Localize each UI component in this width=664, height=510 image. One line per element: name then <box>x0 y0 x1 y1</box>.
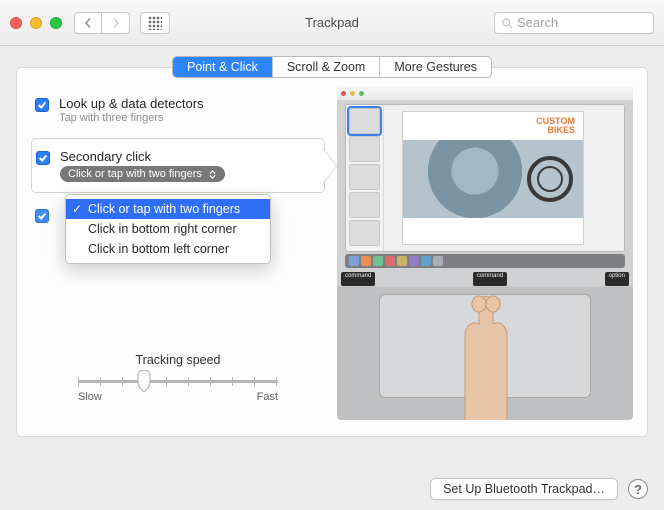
forward-button[interactable] <box>102 12 130 34</box>
chevron-left-icon <box>83 18 93 28</box>
slider-max-label: Fast <box>257 391 278 403</box>
settings-panel: Look up & data detectors Tap with three … <box>16 67 648 437</box>
check-icon <box>37 100 47 110</box>
content: Point & Click Scroll & Zoom More Gesture… <box>0 46 664 510</box>
tab-bar: Point & Click Scroll & Zoom More Gesture… <box>16 56 648 78</box>
menu-option-bottom-left[interactable]: Click in bottom left corner <box>66 239 270 259</box>
setting-lookup-title: Look up & data detectors <box>59 96 204 111</box>
chevron-updown-icon <box>208 170 217 179</box>
menu-option-bottom-right[interactable]: Click in bottom right corner <box>66 219 270 239</box>
tracking-speed-slider[interactable] <box>78 371 278 391</box>
back-button[interactable] <box>74 12 102 34</box>
hand-icon <box>425 286 545 420</box>
checkbox-lookup[interactable] <box>35 98 49 112</box>
traffic-lights <box>10 17 62 29</box>
check-icon <box>37 211 47 221</box>
fullscreen-window-button[interactable] <box>50 17 62 29</box>
slider-min-label: Slow <box>78 391 102 403</box>
footer: Set Up Bluetooth Trackpad… ? <box>16 478 648 500</box>
slider-thumb-icon <box>137 370 151 392</box>
setting-secondary-selected: Click or tap with two fingers <box>68 168 202 180</box>
close-window-button[interactable] <box>10 17 22 29</box>
search-placeholder: Search <box>517 15 558 30</box>
tab-point-and-click[interactable]: Point & Click <box>173 57 273 77</box>
preview-window: CUSTOMBIKES <box>345 104 625 252</box>
setting-lookup[interactable]: Look up & data detectors Tap with three … <box>31 86 325 134</box>
setting-secondary-title: Secondary click <box>60 149 225 164</box>
preview-key-row: command command option <box>337 272 633 286</box>
secondary-click-menu: Click or tap with two fingers Click in b… <box>65 194 271 264</box>
minimize-window-button[interactable] <box>30 17 42 29</box>
tab-more-gestures[interactable]: More Gestures <box>380 57 491 77</box>
tracking-speed-area: Tracking speed Slow Fast <box>31 353 325 403</box>
preview-area: CUSTOMBIKES command command option <box>337 86 633 420</box>
titlebar: Trackpad Search <box>0 0 664 46</box>
gesture-preview: CUSTOMBIKES command command option <box>337 86 633 424</box>
setting-secondary-click[interactable]: Secondary click Click or tap with two fi… <box>31 138 325 193</box>
show-all-button[interactable] <box>140 12 170 34</box>
tracking-speed-label: Tracking speed <box>31 353 325 367</box>
tab-scroll-and-zoom[interactable]: Scroll & Zoom <box>273 57 381 77</box>
preview-menubar <box>337 86 633 100</box>
nav-buttons <box>74 12 130 34</box>
setting-lookup-subtitle: Tap with three fingers <box>59 112 204 124</box>
search-icon <box>501 17 513 29</box>
search-input[interactable]: Search <box>494 12 654 34</box>
settings-list: Look up & data detectors Tap with three … <box>31 86 325 424</box>
menu-option-two-fingers[interactable]: Click or tap with two fingers <box>66 199 270 219</box>
checkbox-secondary[interactable] <box>36 151 50 165</box>
preview-dock <box>345 254 625 268</box>
grid-icon <box>148 16 162 30</box>
checkbox-tap-to-click[interactable] <box>35 209 49 223</box>
setting-secondary-select[interactable]: Click or tap with two fingers <box>60 166 225 182</box>
setup-bluetooth-trackpad-button[interactable]: Set Up Bluetooth Trackpad… <box>430 478 618 500</box>
check-icon <box>38 153 48 163</box>
help-button[interactable]: ? <box>628 479 648 499</box>
chevron-right-icon <box>111 18 121 28</box>
